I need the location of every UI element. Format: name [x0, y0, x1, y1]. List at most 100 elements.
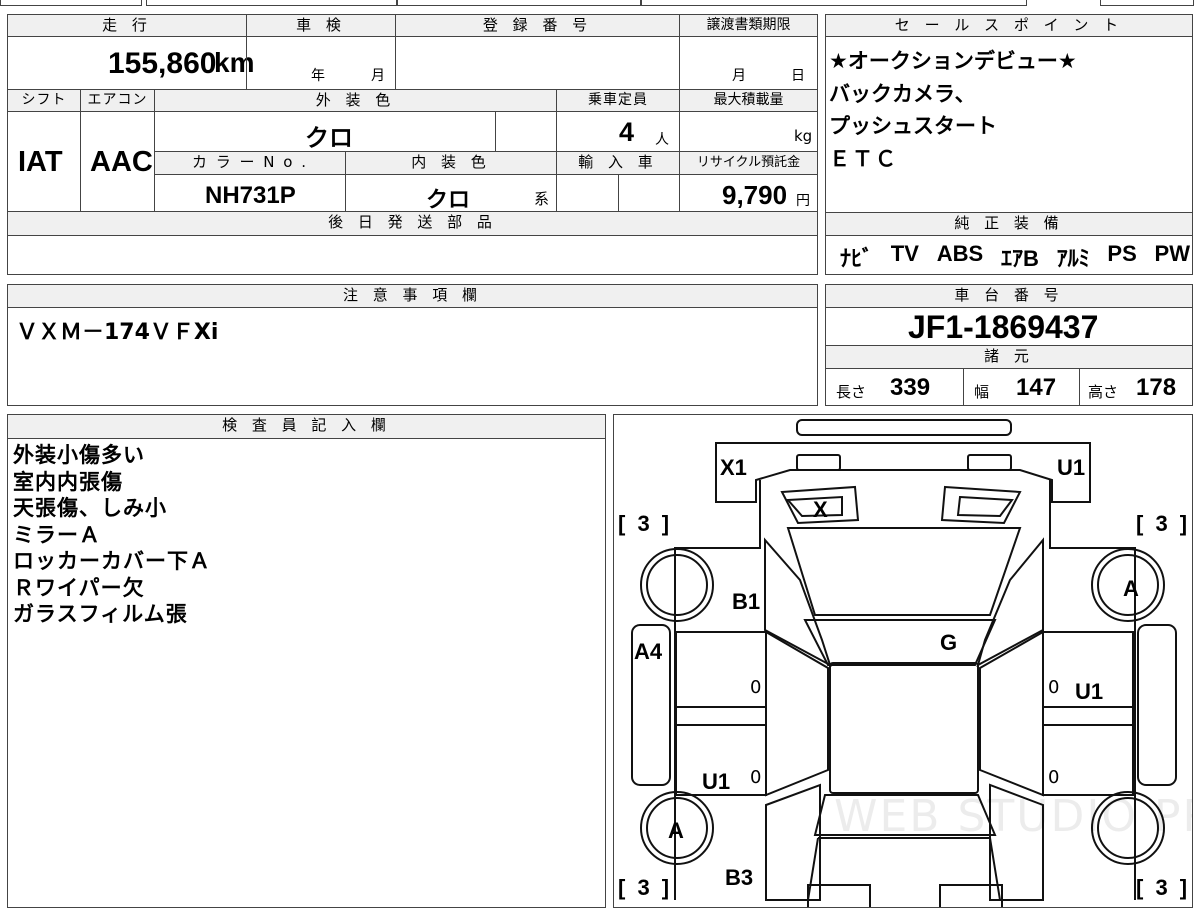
label-tire-rear-right: [ 3 ]	[1136, 875, 1191, 900]
height-label: 高さ	[1088, 383, 1119, 401]
length-label: 長さ	[836, 383, 867, 401]
color-no-cell: NH731P	[154, 174, 346, 212]
color-no-header: カ ラ ー N o .	[154, 151, 346, 175]
label-tire-front-left: [ 3 ]	[618, 511, 673, 536]
interior-color-value: クロ	[426, 187, 471, 212]
exterior-color-value: クロ	[305, 125, 353, 152]
chassis-header: 車 台 番 号	[825, 284, 1193, 308]
label-tire-front-right: [ 3 ]	[1136, 511, 1191, 536]
inspector-line: Ｒワイパー欠	[13, 575, 145, 600]
label-x1: X1	[720, 455, 747, 480]
later-parts-header: 後 日 発 送 部 品	[7, 211, 818, 236]
shift-cell: IAT	[7, 111, 81, 212]
equipment-item-airbag: ｴｱB	[1000, 246, 1039, 271]
label-a4: A4	[634, 639, 663, 664]
aircon-header: エアコン	[80, 89, 155, 112]
recycle-cell: 9,790 円	[679, 174, 818, 212]
interior-color-header: 内 装 色	[345, 151, 557, 175]
shift-value: IAT	[18, 146, 63, 178]
mileage-value: 155,860	[108, 47, 217, 80]
recycle-unit: 円	[796, 193, 810, 209]
equipment-item-ps: PS	[1107, 241, 1137, 266]
max-load-header: 最大積載量	[679, 89, 818, 112]
sales-points-box: ★オークションデビュー★ バックカメラ、 プッシュスタート ＥＴＣ	[825, 36, 1193, 213]
width-value: 147	[1016, 374, 1057, 401]
watermark: WEB STUDIO PRO	[834, 791, 1192, 842]
label-g: G	[940, 630, 958, 655]
import-cell-b	[618, 174, 680, 212]
mileage-header: 走 行	[7, 14, 247, 37]
equipment-item-pw: PW	[1154, 241, 1190, 266]
height-cell: 高さ 178	[1079, 368, 1193, 406]
equipment-item-navi: ﾅﾋﾞ	[840, 246, 874, 271]
later-parts-cell	[7, 235, 818, 275]
label-u1-top: U1	[1057, 455, 1086, 480]
label-a-left: A	[668, 818, 684, 843]
capacity-value: 4	[619, 117, 635, 147]
import-header: 輸 入 車	[556, 151, 680, 175]
label-b1: B1	[732, 589, 761, 614]
aircon-cell: AAC	[80, 111, 155, 212]
interior-color-suffix: 系	[534, 190, 550, 208]
recycle-header: リサイクル預託金	[679, 151, 818, 175]
inspector-line: 外装小傷多い	[13, 443, 145, 467]
transfer-deadline-header: 譲渡書類期限	[679, 14, 818, 37]
height-value: 178	[1136, 374, 1177, 401]
sales-point-line: ＥＴＣ	[829, 146, 898, 171]
inspection-year: 年	[311, 68, 325, 84]
aircon-value: AAC	[90, 146, 153, 178]
max-load-unit: kg	[794, 127, 813, 145]
inspection-cell: 年 月	[246, 36, 396, 90]
transfer-month: 月	[732, 68, 746, 84]
interior-color-cell: クロ 系	[345, 174, 557, 212]
equipment-item-alloy: ｱﾙﾐ	[1056, 246, 1090, 271]
capacity-header: 乗車定員	[556, 89, 680, 112]
width-label: 幅	[974, 383, 990, 401]
label-zero-right-lower: 0	[1048, 767, 1060, 788]
inspector-box: 外装小傷多い 室内内張傷 天張傷、しみ小 ミラーＡ ロッカーカバー下Ａ Ｒワイパ…	[7, 438, 606, 908]
shift-header: シフト	[7, 89, 81, 112]
top-strip	[0, 0, 1200, 6]
sales-points-header: セ ー ル ス ポ イ ン ト	[825, 14, 1193, 37]
label-x: X	[813, 497, 828, 522]
recycle-value: 9,790	[722, 180, 788, 210]
import-cell-a	[556, 174, 619, 212]
registration-header: 登 録 番 号	[395, 14, 680, 37]
exterior-color-cell: クロ	[154, 111, 496, 152]
notes-text: ＶＸＭ－174ＶＦXi	[16, 320, 219, 345]
label-b3: B3	[725, 865, 754, 890]
inspector-line: 室内内張傷	[13, 469, 123, 494]
length-value: 339	[890, 374, 931, 401]
exterior-color-header: 外 装 色	[154, 89, 557, 112]
equipment-header: 純 正 装 備	[825, 212, 1193, 236]
label-zero-left-upper: 0	[750, 677, 762, 698]
inspection-month: 月	[371, 68, 385, 84]
length-cell: 長さ 339	[825, 368, 964, 406]
label-tire-rear-left: [ 3 ]	[618, 875, 673, 900]
spec-header: 諸 元	[825, 345, 1193, 369]
notes-header: 注 意 事 項 欄	[7, 284, 818, 308]
label-zero-right-upper: 0	[1048, 677, 1060, 698]
car-damage-diagram: WEB STUDIO PRO X1 U1 X [ 3 ] [ 3 ] B1 A …	[613, 414, 1193, 908]
label-zero-left-lower: 0	[750, 767, 762, 788]
registration-cell	[395, 36, 680, 90]
sales-point-line: プッシュスタート	[829, 114, 997, 138]
mileage-cell: 155,860 km	[7, 36, 254, 90]
inspector-line: 天張傷、しみ小	[13, 496, 167, 520]
transfer-deadline-cell: 月 日	[679, 36, 818, 90]
chassis-box: JF1-1869437	[825, 307, 1193, 346]
inspector-line: ガラスフィルム張	[13, 602, 188, 626]
equipment-item-abs: ABS	[936, 241, 984, 266]
sales-point-line: ★オークションデビュー★	[829, 49, 1077, 73]
chassis-number: JF1-1869437	[908, 309, 1099, 345]
inspector-header: 検 査 員 記 入 欄	[7, 414, 606, 439]
label-u1-left: U1	[702, 769, 731, 794]
inspection-header: 車 検	[246, 14, 396, 37]
exterior-color-extra	[495, 111, 557, 152]
max-load-cell: kg	[679, 111, 818, 152]
sales-point-line: バックカメラ、	[829, 81, 976, 106]
transfer-day: 日	[791, 68, 805, 84]
label-u1-right: U1	[1075, 679, 1104, 704]
equipment-item-tv: TV	[890, 241, 919, 266]
notes-box: ＶＸＭ－174ＶＦXi	[7, 307, 818, 406]
